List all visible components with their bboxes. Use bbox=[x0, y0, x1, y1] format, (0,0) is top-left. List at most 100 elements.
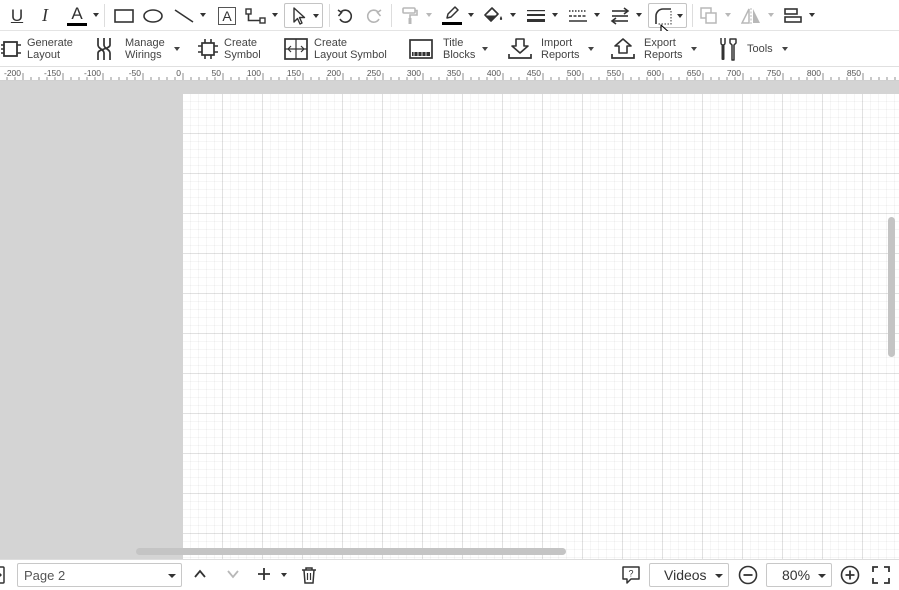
add-page-caret[interactable] bbox=[281, 573, 287, 577]
next-page-button[interactable] bbox=[226, 567, 240, 581]
text-tool-button[interactable]: A bbox=[216, 3, 238, 28]
zoom-out-button[interactable] bbox=[738, 565, 758, 585]
corner-rounding-caret[interactable] bbox=[677, 14, 683, 18]
create-layout-symbol-button[interactable]: Create Layout Symbol bbox=[283, 31, 387, 66]
connector-caret[interactable] bbox=[272, 13, 278, 17]
chevron-up-icon bbox=[194, 569, 206, 578]
title-blocks-button[interactable]: Title Blocks bbox=[408, 31, 489, 66]
export-reports-caret[interactable] bbox=[690, 46, 697, 51]
ruler-label: 800 bbox=[807, 68, 821, 78]
ruler-label: 150 bbox=[287, 68, 301, 78]
fullscreen-icon bbox=[872, 566, 890, 584]
line-color-bar bbox=[442, 22, 462, 25]
pointer-button[interactable] bbox=[284, 3, 323, 28]
manage-wirings-caret[interactable] bbox=[173, 46, 180, 51]
corner-rounding-icon bbox=[654, 7, 671, 24]
fill-color-button[interactable] bbox=[482, 3, 506, 28]
vertical-scrollbar[interactable] bbox=[888, 217, 895, 357]
tools-icon bbox=[714, 36, 740, 62]
ruler-label: 300 bbox=[407, 68, 421, 78]
create-symbol-button[interactable]: Create Symbol bbox=[195, 31, 261, 66]
pointer-caret[interactable] bbox=[313, 14, 319, 18]
line-dash-caret[interactable] bbox=[594, 13, 600, 17]
align-button[interactable] bbox=[781, 3, 805, 28]
connector-button[interactable] bbox=[244, 3, 268, 28]
zoom-value: 80% bbox=[782, 567, 811, 583]
tools-caret[interactable] bbox=[781, 46, 788, 51]
title-blocks-caret[interactable] bbox=[482, 46, 489, 51]
separator bbox=[104, 4, 105, 27]
trash-icon bbox=[302, 567, 316, 584]
page-sheet[interactable] bbox=[183, 94, 899, 559]
tools-label: Tools bbox=[747, 42, 773, 55]
ruler-label: -100 bbox=[84, 68, 101, 78]
add-page-button[interactable] bbox=[257, 567, 271, 581]
ruler-label: -150 bbox=[44, 68, 61, 78]
generate-layout-button[interactable]: Generate Layout bbox=[0, 31, 73, 66]
question-bubble-icon: ? bbox=[622, 566, 640, 584]
line-color-button[interactable] bbox=[440, 3, 464, 28]
line-color-caret[interactable] bbox=[468, 13, 474, 17]
line-button[interactable] bbox=[171, 3, 197, 28]
flip-button[interactable] bbox=[739, 3, 763, 28]
import-reports-button[interactable]: Import Reports bbox=[507, 31, 594, 66]
connector-icon bbox=[245, 7, 266, 24]
undo-button[interactable] bbox=[335, 3, 355, 28]
italic-button[interactable]: I bbox=[35, 3, 55, 28]
export-reports-button[interactable]: Export Reports bbox=[610, 31, 697, 66]
undo-icon bbox=[337, 8, 353, 23]
create-layout-symbol-icon bbox=[283, 36, 309, 62]
videos-select[interactable]: Videos bbox=[649, 563, 729, 587]
fill-color-caret[interactable] bbox=[510, 13, 516, 17]
import-reports-label: Import Reports bbox=[541, 36, 580, 61]
fullscreen-button[interactable] bbox=[872, 566, 890, 584]
zoom-in-icon bbox=[840, 565, 860, 585]
ruler-label: -50 bbox=[129, 68, 142, 78]
ruler-label: -200 bbox=[4, 68, 21, 78]
ruler-ticks: -200 -150 -100 -50 0 50 100 150 200 250 300 350 400 4… bbox=[4, 68, 896, 80]
delete-page-button[interactable] bbox=[301, 566, 317, 584]
line-dash-button[interactable] bbox=[566, 3, 590, 28]
rectangle-button[interactable] bbox=[112, 3, 136, 28]
zoom-select[interactable]: 80% bbox=[766, 563, 832, 587]
line-color-icon bbox=[446, 6, 459, 19]
line-ends-caret[interactable] bbox=[636, 13, 642, 17]
redo-button[interactable] bbox=[364, 3, 384, 28]
ellipse-icon bbox=[143, 8, 163, 23]
format-painter-button[interactable] bbox=[398, 3, 422, 28]
previous-page-button[interactable] bbox=[193, 567, 207, 581]
underline-button[interactable]: U bbox=[7, 3, 27, 28]
format-painter-caret[interactable] bbox=[426, 13, 432, 17]
manage-wirings-button[interactable]: Manage Wirings bbox=[91, 31, 180, 66]
font-color-caret[interactable] bbox=[93, 13, 99, 17]
zoom-in-button[interactable] bbox=[840, 565, 860, 585]
font-color-icon: A bbox=[71, 3, 83, 23]
page-select[interactable]: Page 2 bbox=[17, 563, 182, 587]
ruler-label: 850 bbox=[847, 68, 861, 78]
feedback-button[interactable]: ? bbox=[621, 565, 641, 585]
text-tool-icon: A bbox=[218, 6, 236, 25]
ruler-label: 0 bbox=[176, 68, 181, 78]
pointer-icon bbox=[292, 6, 305, 25]
separator bbox=[692, 4, 693, 27]
drawing-canvas[interactable] bbox=[0, 81, 899, 559]
line-ends-button[interactable] bbox=[608, 3, 632, 28]
line-caret[interactable] bbox=[200, 13, 206, 17]
import-reports-caret[interactable] bbox=[587, 46, 594, 51]
line-weight-caret[interactable] bbox=[552, 13, 558, 17]
arrange-caret[interactable] bbox=[725, 13, 731, 17]
flip-caret[interactable] bbox=[768, 13, 774, 17]
ellipse-button[interactable] bbox=[141, 3, 165, 28]
line-icon bbox=[174, 8, 194, 23]
horizontal-scrollbar[interactable] bbox=[136, 548, 566, 555]
align-caret[interactable] bbox=[809, 13, 815, 17]
create-layout-symbol-label: Create Layout Symbol bbox=[314, 36, 387, 61]
arrange-button[interactable] bbox=[698, 3, 720, 28]
page-panel-toggle[interactable] bbox=[0, 565, 6, 585]
chevron-down-icon bbox=[818, 574, 826, 578]
ruler-label: 200 bbox=[327, 68, 341, 78]
tools-button[interactable]: Tools bbox=[714, 31, 788, 66]
create-symbol-label: Create Symbol bbox=[224, 36, 261, 61]
font-color-button[interactable]: A bbox=[64, 3, 90, 28]
line-weight-button[interactable] bbox=[524, 3, 548, 28]
